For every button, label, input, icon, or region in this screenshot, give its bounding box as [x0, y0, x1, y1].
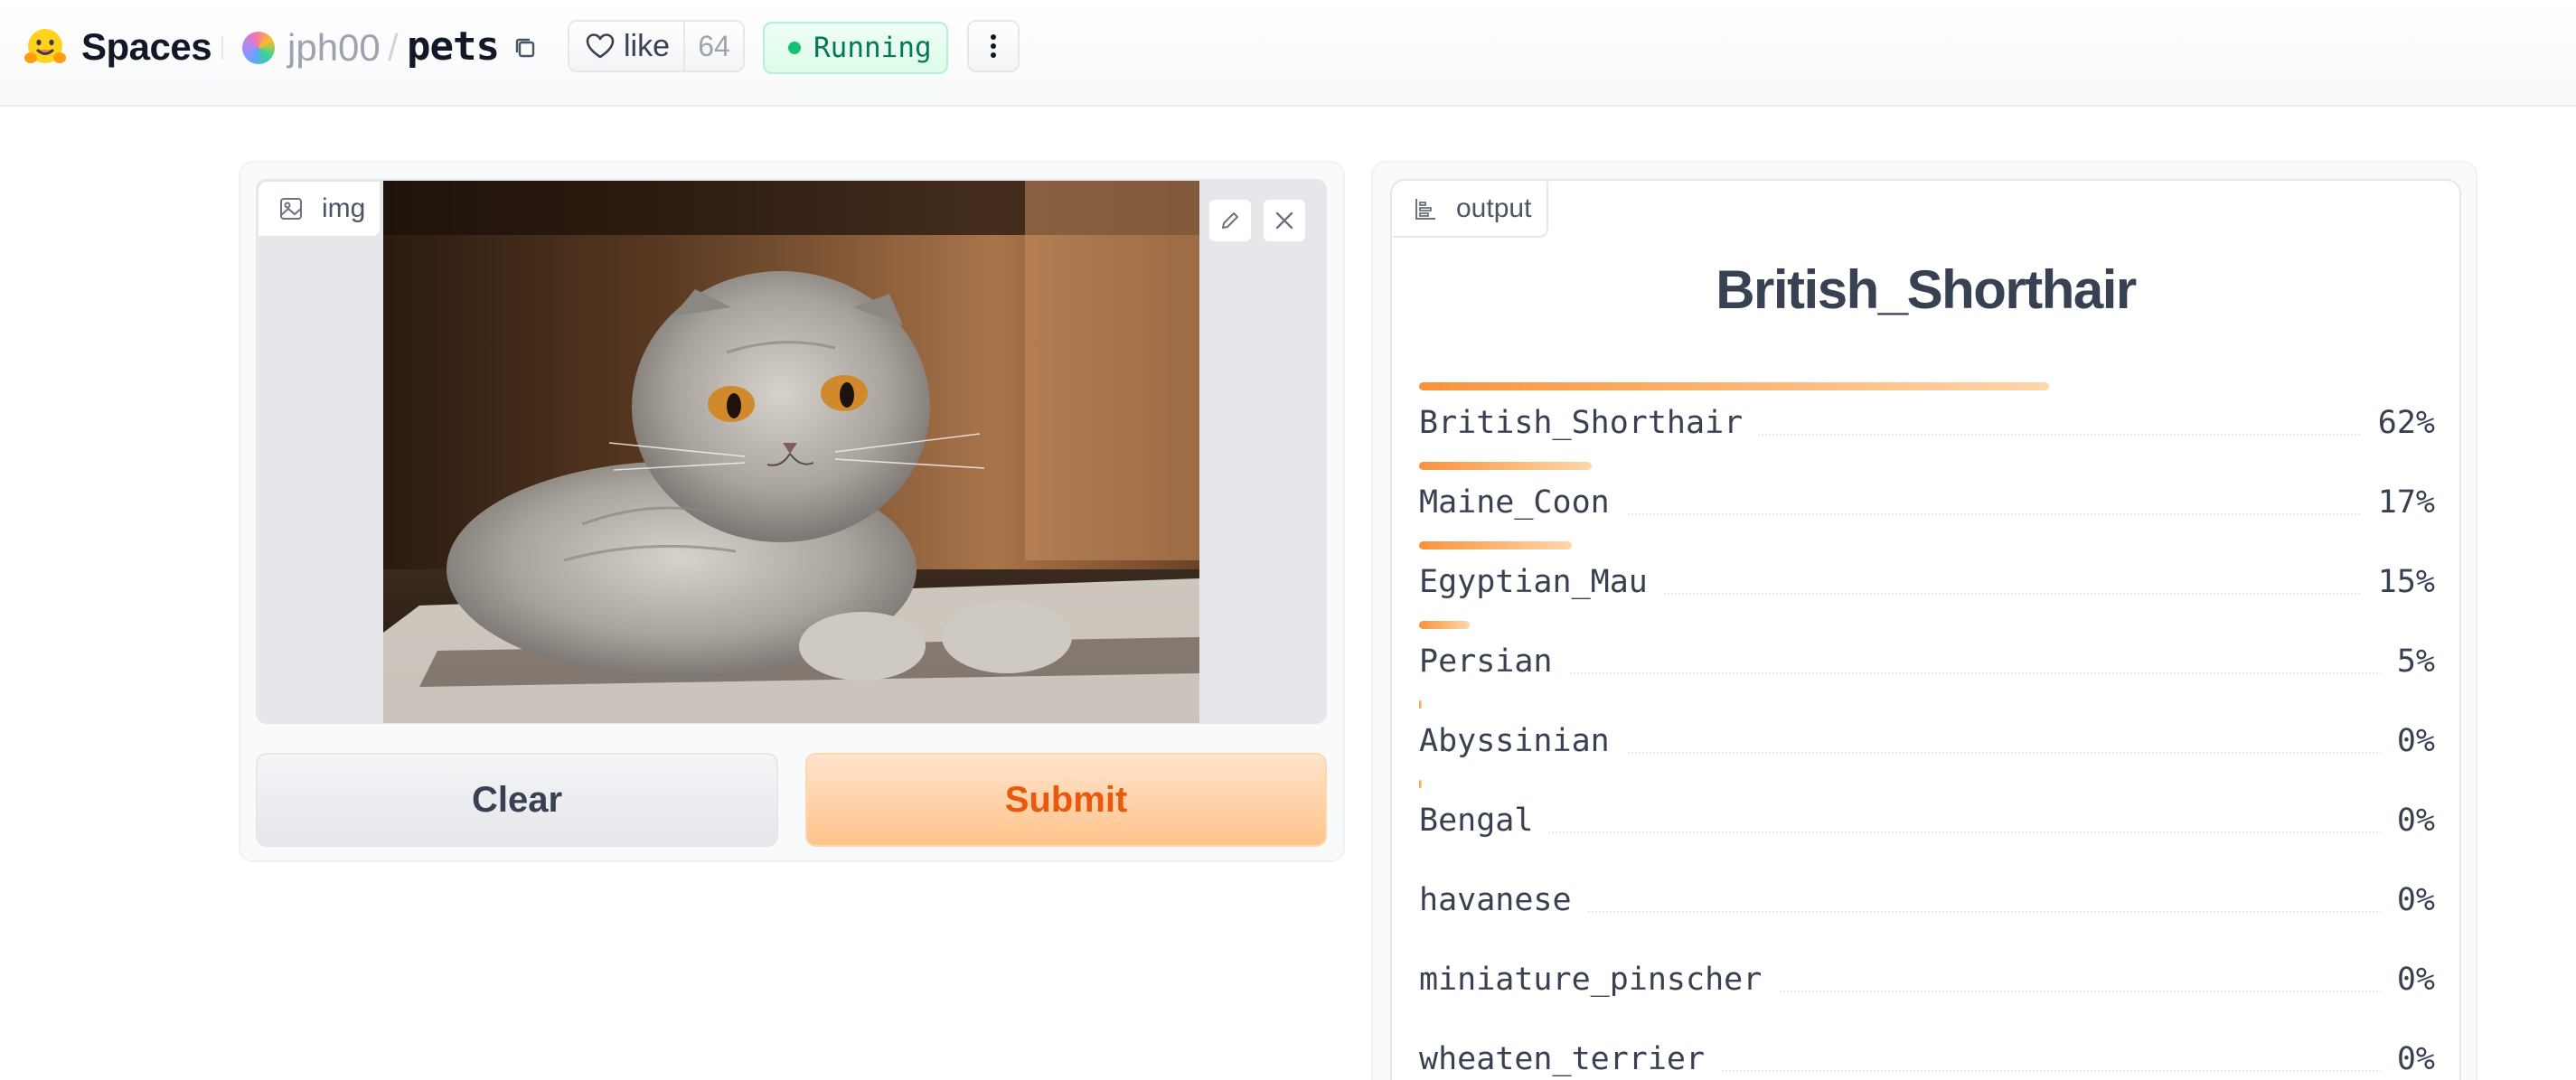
like-toggle[interactable]: like — [569, 22, 685, 70]
confidence-label: Bengal — [1419, 800, 1550, 841]
path-separator: / — [388, 26, 399, 69]
confidence-bar — [1419, 462, 1593, 470]
confidence-percent: 17% — [2361, 482, 2435, 523]
more-vertical-icon — [991, 34, 996, 40]
confidence-bar — [1419, 700, 1422, 709]
confidence-percent: 0% — [2380, 720, 2435, 762]
confidence-row[interactable]: wheaten_terrier 0% — [1419, 1019, 2435, 1080]
confidence-label: Persian — [1419, 641, 1569, 682]
hugging-face-logo-icon[interactable] — [24, 27, 67, 69]
pencil-icon — [1222, 212, 1238, 229]
repo-name-link[interactable]: pets — [407, 22, 500, 72]
confidence-percent: 15% — [2361, 561, 2435, 603]
clear-button[interactable]: Clear — [256, 753, 778, 847]
close-icon — [1275, 211, 1293, 230]
confidence-percent: 0% — [2380, 800, 2435, 841]
submit-button[interactable]: Submit — [805, 753, 1327, 847]
owner-avatar — [242, 32, 275, 64]
confidence-bar — [1419, 621, 1471, 629]
confidence-label: wheaten_terrier — [1419, 1038, 1722, 1080]
row-leader-line — [1419, 672, 2435, 674]
confidence-row[interactable]: Abyssinian 0% — [1419, 700, 2435, 780]
heart-icon — [586, 33, 615, 59]
confidence-row[interactable]: British_Shorthair 62% — [1419, 382, 2435, 462]
like-label: like — [624, 28, 671, 63]
confidence-percent: 5% — [2380, 641, 2435, 682]
confidence-row[interactable]: Egyptian_Mau 15% — [1419, 541, 2435, 621]
confidence-label: miniature_pinscher — [1419, 959, 1779, 1000]
like-count[interactable]: 64 — [685, 30, 743, 63]
confidence-label: British_Shorthair — [1419, 402, 1760, 444]
like-button[interactable]: like 64 — [568, 20, 745, 72]
confidence-label: Egyptian_Mau — [1419, 561, 1664, 603]
remove-image-button[interactable] — [1262, 198, 1307, 243]
uploaded-cat-image — [383, 181, 1199, 723]
confidence-label: Abyssinian — [1419, 720, 1626, 762]
confidence-label: Maine_Coon — [1419, 482, 1626, 523]
confidence-percent: 62% — [2361, 402, 2435, 444]
status-badge[interactable]: Running — [763, 22, 948, 74]
confidence-bar — [1419, 382, 2049, 390]
confidence-bar — [1419, 541, 1572, 549]
confidence-percent: 0% — [2380, 959, 2435, 1000]
confidence-row[interactable]: miniature_pinscher 0% — [1419, 939, 2435, 1019]
confidence-percent: 0% — [2380, 1038, 2435, 1080]
confidence-bar — [1419, 780, 1422, 788]
spaces-brand-link[interactable]: Spaces — [81, 22, 212, 72]
image-label-text: img — [322, 193, 366, 223]
header-divider — [221, 36, 223, 60]
status-dot-icon — [788, 42, 801, 54]
confidence-row[interactable]: Maine_Coon 17% — [1419, 462, 2435, 541]
image-input-label: img — [259, 182, 381, 238]
more-options-button[interactable] — [967, 20, 1020, 72]
confidence-label: havanese — [1419, 879, 1588, 921]
confidence-percent: 0% — [2380, 879, 2435, 921]
output-label-text: output — [1456, 193, 1532, 223]
confidence-row[interactable]: havanese 0% — [1419, 859, 2435, 939]
top-header: Spaces jph00 / pets like 64 Running — [0, 0, 2576, 107]
confidence-row[interactable]: Bengal 0% — [1419, 780, 2435, 859]
top-prediction-title: British_Shorthair — [1716, 259, 2137, 320]
edit-image-button[interactable] — [1208, 198, 1253, 243]
owner-link[interactable]: jph00 — [287, 23, 381, 72]
status-label: Running — [813, 32, 932, 64]
image-icon — [280, 198, 302, 220]
row-leader-line — [1419, 831, 2435, 833]
bar-chart-icon — [1415, 199, 1435, 220]
copy-icon[interactable] — [512, 34, 539, 61]
output-label: output — [1393, 182, 1548, 238]
confidence-row[interactable]: Persian 5% — [1419, 621, 2435, 700]
